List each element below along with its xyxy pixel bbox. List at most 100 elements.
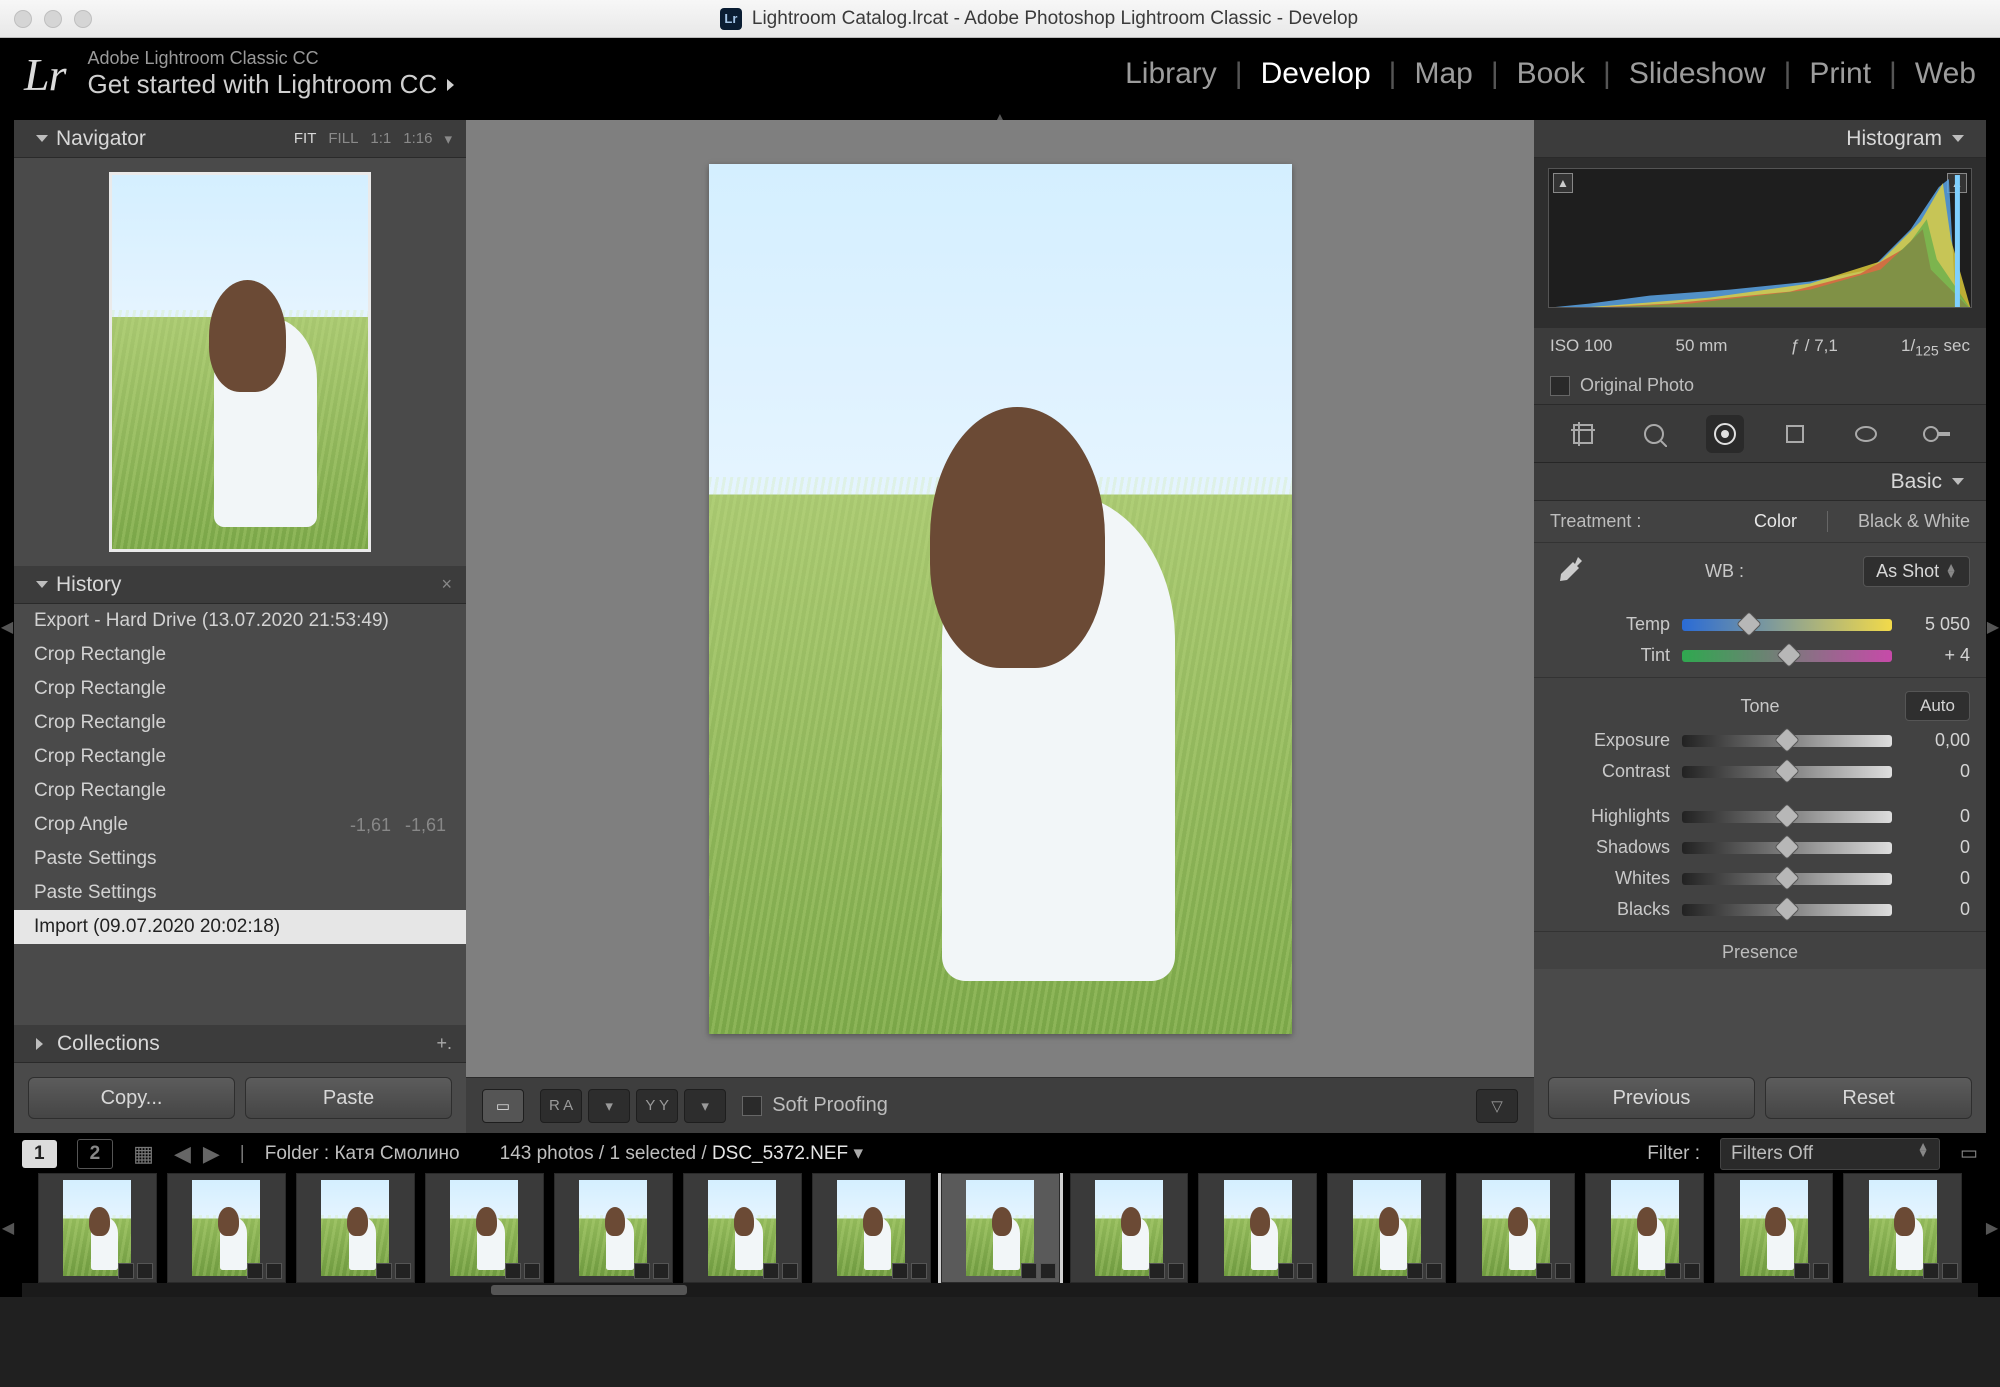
navigator-zoom-options[interactable]: FIT FILL 1:1 1:16 ▾ [294,130,452,148]
navigator-preview[interactable] [14,158,466,566]
filmstrip-thumb[interactable] [38,1173,157,1283]
grid-view-icon[interactable]: ▦ [133,1141,154,1167]
copy-button[interactable]: Copy... [28,1077,235,1119]
histogram-header[interactable]: Histogram [1534,120,1986,158]
filmstrip-thumb[interactable] [1070,1173,1189,1283]
temp-value[interactable]: 5 050 [1904,614,1970,635]
filmstrip-thumb[interactable] [1456,1173,1575,1283]
filmstrip-thumb[interactable] [1843,1173,1962,1283]
close-icon[interactable]: × [441,574,452,595]
treatment-color[interactable]: Color [1754,511,1797,532]
nav-forward-icon[interactable]: ▶ [203,1141,220,1167]
filmstrip-thumb[interactable] [683,1173,802,1283]
module-print[interactable]: Print [1809,57,1871,91]
primary-display-button[interactable]: 1 [22,1140,57,1168]
filmstrip-left-edge[interactable]: ◀ [0,1173,16,1283]
history-item[interactable]: Import (09.07.2020 20:02:18) [14,910,466,944]
identity-line2[interactable]: Get started with Lightroom CC [87,69,454,100]
wb-select[interactable]: As Shot ▲▼ [1863,556,1970,587]
previous-button[interactable]: Previous [1548,1077,1755,1119]
graduated-filter-tool-icon[interactable] [1776,415,1814,453]
zoom-fill[interactable]: FILL [328,130,358,148]
zoom-fit[interactable]: FIT [294,130,317,148]
before-after-yy-button[interactable]: Y Y [636,1089,678,1123]
module-library[interactable]: Library [1125,57,1217,91]
filmstrip-thumb[interactable] [554,1173,673,1283]
filmstrip-thumb[interactable] [812,1173,931,1283]
toolbar-disclosure[interactable]: ▽ [1476,1089,1518,1123]
module-develop[interactable]: Develop [1261,57,1371,91]
plus-icon[interactable]: +. [436,1033,452,1054]
module-slideshow[interactable]: Slideshow [1629,57,1766,91]
blacks-slider[interactable] [1682,904,1892,916]
adjustment-brush-tool-icon[interactable] [1918,415,1956,453]
left-edge-handle[interactable]: ◀ [0,120,14,1133]
nav-back-icon[interactable]: ◀ [174,1141,191,1167]
shadows-slider[interactable] [1682,842,1892,854]
module-book[interactable]: Book [1517,57,1585,91]
top-panel-toggle[interactable]: ▲ [0,110,2000,120]
crop-tool-icon[interactable] [1564,415,1602,453]
whites-slider[interactable] [1682,873,1892,885]
whites-value[interactable]: 0 [1904,868,1970,889]
minimize-window-icon[interactable] [44,10,62,28]
highlights-slider[interactable] [1682,811,1892,823]
zoom-1:1[interactable]: 1:1 [370,130,391,148]
history-item[interactable]: Crop Angle-1,61-1,61 [14,808,466,842]
history-item[interactable]: Crop Rectangle [14,638,466,672]
auto-tone-button[interactable]: Auto [1905,691,1970,721]
module-web[interactable]: Web [1915,57,1976,91]
filmstrip-right-edge[interactable]: ▶ [1984,1173,2000,1283]
contrast-value[interactable]: 0 [1904,761,1970,782]
blacks-value[interactable]: 0 [1904,899,1970,920]
right-edge-handle[interactable]: ▶ [1986,120,2000,1133]
tint-slider[interactable] [1682,650,1892,662]
radial-filter-tool-icon[interactable] [1847,415,1885,453]
history-item[interactable]: Paste Settings [14,876,466,910]
histogram[interactable]: ▲ ▲ [1534,158,1986,328]
filmstrip-thumb[interactable] [1327,1173,1446,1283]
zoom-1:16[interactable]: 1:16 [403,130,432,148]
zoom-more-icon[interactable]: ▾ [444,130,452,148]
exposure-value[interactable]: 0,00 [1904,730,1970,751]
history-item[interactable]: Crop Rectangle [14,706,466,740]
filmstrip-thumb[interactable] [1198,1173,1317,1283]
loupe-view-button[interactable]: ▭ [482,1089,524,1123]
navigator-header[interactable]: Navigator FITFILL1:11:16▾ [14,120,466,158]
history-header[interactable]: History × [14,566,466,604]
exposure-slider[interactable] [1682,735,1892,747]
contrast-slider[interactable] [1682,766,1892,778]
history-item[interactable]: Crop Rectangle [14,672,466,706]
highlights-value[interactable]: 0 [1904,806,1970,827]
spot-removal-tool-icon[interactable] [1635,415,1673,453]
treatment-black-white[interactable]: Black & White [1858,511,1970,532]
before-after-swap-dropdown[interactable]: ▾ [684,1089,726,1123]
tint-value[interactable]: + 4 [1904,645,1970,666]
collections-header[interactable]: Collections +. [14,1025,466,1063]
zoom-window-icon[interactable] [74,10,92,28]
history-item[interactable]: Crop Rectangle [14,740,466,774]
module-map[interactable]: Map [1414,57,1472,91]
filmstrip-thumbnails[interactable] [16,1173,1984,1283]
basic-header[interactable]: Basic [1534,463,1986,501]
image-canvas[interactable] [466,120,1534,1077]
before-after-ra-button[interactable]: R A [540,1089,582,1123]
reset-button[interactable]: Reset [1765,1077,1972,1119]
filmstrip-scrollbar[interactable] [22,1283,1978,1297]
before-after-dropdown[interactable]: ▾ [588,1089,630,1123]
shadows-value[interactable]: 0 [1904,837,1970,858]
history-item[interactable]: Export - Hard Drive (13.07.2020 21:53:49… [14,604,466,638]
close-window-icon[interactable] [14,10,32,28]
folder-path[interactable]: Folder : Катя Смолино [265,1143,460,1165]
history-item[interactable]: Crop Rectangle [14,774,466,808]
soft-proofing-checkbox[interactable] [742,1096,762,1116]
redeye-tool-icon[interactable] [1706,415,1744,453]
filter-select[interactable]: Filters Off▲▼ [1720,1138,1940,1170]
filmstrip-thumb[interactable] [1585,1173,1704,1283]
filmstrip-thumb[interactable] [167,1173,286,1283]
history-item[interactable]: Paste Settings [14,842,466,876]
filter-lock-icon[interactable]: ▭ [1960,1142,1978,1165]
paste-button[interactable]: Paste [245,1077,452,1119]
secondary-display-button[interactable]: 2 [77,1139,114,1169]
filmstrip-thumb[interactable] [1714,1173,1833,1283]
